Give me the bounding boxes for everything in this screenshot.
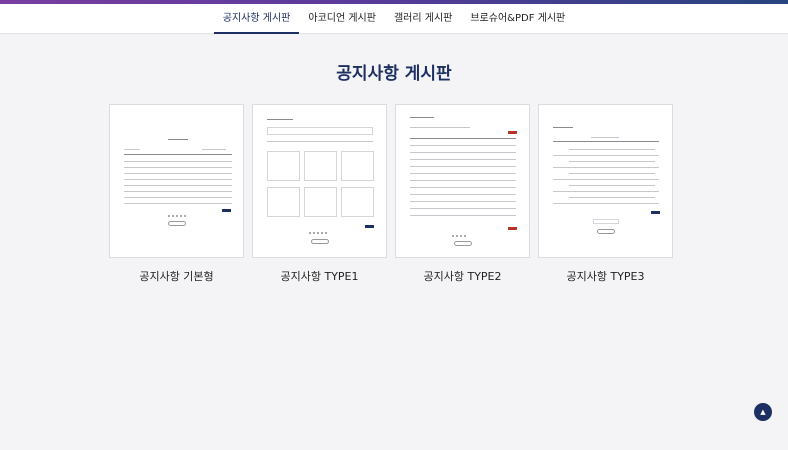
card-label: 공지사항 TYPE3 (566, 270, 645, 283)
template-card-list: 공지사항 기본형 공지사항 TYPE1 공지사항 TYPE2 공지사항 TYPE… (109, 104, 673, 284)
card-notice-basic[interactable]: 공지사항 기본형 (109, 104, 244, 284)
card-label: 공지사항 기본형 (139, 270, 214, 283)
scroll-to-top-button[interactable]: ▲ (754, 403, 772, 421)
card-notice-type2[interactable]: 공지사항 TYPE2 (395, 104, 530, 284)
card-label: 공지사항 TYPE1 (280, 270, 359, 283)
tab-brochure-pdf-board[interactable]: 브로슈어&PDF 게시판 (461, 4, 574, 33)
card-notice-type1[interactable]: 공지사항 TYPE1 (252, 104, 387, 284)
tab-notice-board[interactable]: 공지사항 게시판 (213, 4, 300, 34)
thumbnail-notice-type1 (252, 104, 387, 258)
tab-accordion-board[interactable]: 아코디언 게시판 (299, 4, 385, 33)
card-label: 공지사항 TYPE2 (423, 270, 502, 283)
card-notice-type3[interactable]: 공지사항 TYPE3 (538, 104, 673, 284)
thumbnail-notice-type2 (395, 104, 530, 258)
arrow-up-icon: ▲ (760, 408, 766, 416)
thumbnail-notice-type3 (538, 104, 673, 258)
page-title: 공지사항 게시판 (336, 64, 452, 84)
tab-gallery-board[interactable]: 갤러리 게시판 (385, 4, 461, 33)
thumbnail-notice-basic (109, 104, 244, 258)
board-tabs: 공지사항 게시판 아코디언 게시판 갤러리 게시판 브로슈어&PDF 게시판 (0, 4, 788, 34)
